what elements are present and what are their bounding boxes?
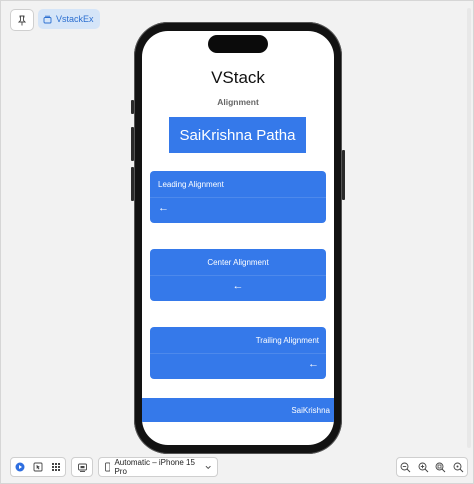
name-label-box: SaiKrishna Patha bbox=[169, 117, 306, 153]
arrow-left-icon: ← bbox=[232, 280, 244, 292]
center-alignment-card: Center Alignment ← bbox=[150, 249, 326, 301]
cursor-icon bbox=[33, 462, 43, 472]
zoom-actual-icon bbox=[453, 462, 464, 472]
square-stack-icon bbox=[43, 15, 52, 23]
zoom-in-button[interactable] bbox=[418, 462, 429, 473]
band-label: SaiKrishna bbox=[291, 406, 330, 415]
zoom-to-fit-icon bbox=[435, 462, 446, 472]
grid-icon bbox=[52, 463, 60, 471]
iphone-icon bbox=[105, 462, 111, 472]
device-screen: VStack Alignment SaiKrishna Patha Leadin… bbox=[142, 31, 334, 445]
preview-tab-label: VstackEx bbox=[56, 14, 94, 24]
arrow-left-icon: ← bbox=[308, 358, 319, 370]
page-title: VStack bbox=[211, 68, 265, 87]
variants-button[interactable] bbox=[47, 458, 65, 476]
leading-alignment-card: Leading Alignment ← bbox=[150, 171, 326, 223]
device-settings-button[interactable] bbox=[71, 457, 93, 477]
divider bbox=[150, 353, 326, 354]
scrollbar[interactable] bbox=[467, 8, 471, 448]
card-label: Trailing Alignment bbox=[255, 336, 319, 345]
selectable-mode-button[interactable] bbox=[29, 458, 47, 476]
chevron-down-icon bbox=[205, 465, 211, 469]
action-button bbox=[131, 100, 134, 114]
card-label: Leading Alignment bbox=[158, 180, 224, 189]
zoom-out-icon bbox=[400, 462, 411, 472]
zoom-controls bbox=[396, 457, 468, 477]
section-subtitle: Alignment bbox=[217, 97, 259, 107]
device-settings-icon bbox=[77, 463, 87, 472]
play-icon bbox=[15, 462, 25, 472]
live-mode-button[interactable] bbox=[11, 458, 29, 476]
card-label: Center Alignment bbox=[207, 258, 269, 267]
divider bbox=[150, 275, 326, 276]
volume-up-button bbox=[131, 127, 134, 161]
power-button bbox=[342, 150, 345, 200]
device-selector[interactable]: Automatic – iPhone 15 Pro bbox=[98, 457, 218, 477]
arrow-left-icon: ← bbox=[158, 202, 169, 214]
preview-tab[interactable]: VstackEx bbox=[38, 9, 100, 29]
device-selector-label: Automatic – iPhone 15 Pro bbox=[114, 458, 195, 476]
pin-icon bbox=[17, 15, 27, 25]
pin-button[interactable] bbox=[10, 9, 34, 31]
trailing-alignment-card: Trailing Alignment ← bbox=[150, 327, 326, 379]
full-width-band: SaiKrishna bbox=[142, 398, 334, 422]
zoom-out-button[interactable] bbox=[400, 462, 411, 473]
volume-down-button bbox=[131, 167, 134, 201]
preview-mode-group bbox=[10, 457, 66, 477]
dynamic-island bbox=[208, 35, 268, 53]
zoom-to-fit-button[interactable] bbox=[435, 462, 446, 473]
divider bbox=[150, 197, 326, 198]
zoom-in-icon bbox=[418, 462, 429, 472]
zoom-actual-size-button[interactable] bbox=[453, 462, 464, 473]
